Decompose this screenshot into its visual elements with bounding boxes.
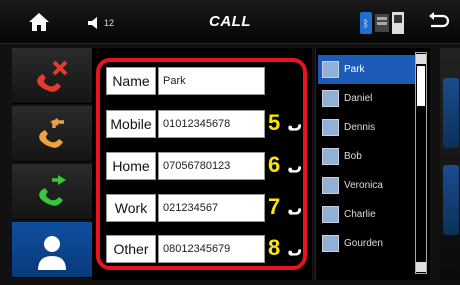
avatar-icon: [322, 61, 339, 78]
call-incoming-button[interactable]: [12, 106, 92, 162]
list-item-label: Bob: [344, 151, 362, 162]
call-outgoing-button[interactable]: [12, 164, 92, 220]
mobile-tag: 5: [268, 110, 281, 135]
other-tag: 8: [268, 235, 281, 260]
other-field[interactable]: 08012345679: [158, 235, 265, 263]
person-icon: [38, 236, 66, 270]
phone-outgoing-icon: [39, 175, 66, 206]
avatar-icon: [322, 235, 339, 252]
list-item[interactable]: Charlie: [318, 200, 416, 229]
other-label: Other: [106, 235, 156, 263]
work-call-icon[interactable]: [283, 198, 301, 216]
work-tag: 7: [268, 194, 281, 219]
list-item-label: Gourden: [344, 238, 383, 249]
back-arrow-icon[interactable]: [428, 12, 450, 32]
scroll-up-icon[interactable]: [416, 54, 426, 64]
list-item-label: Daniel: [344, 93, 373, 104]
work-field[interactable]: 021234567: [158, 194, 265, 222]
home-tag: 6: [268, 152, 281, 177]
call-function-column: [12, 48, 92, 280]
list-item[interactable]: Dennis: [318, 113, 416, 142]
contacts-button[interactable]: [12, 222, 92, 278]
status-icons: ᛒ: [360, 12, 404, 34]
page-down-button[interactable]: [443, 165, 459, 235]
scroll-down-icon[interactable]: [416, 262, 426, 272]
avatar-icon: [322, 206, 339, 223]
other-call-icon[interactable]: [283, 239, 301, 257]
top-bar: 12 CALL ᛒ: [0, 0, 460, 44]
page-up-button[interactable]: [443, 78, 459, 148]
avatar-icon: [322, 148, 339, 165]
list-item-label: Charlie: [344, 209, 376, 220]
mobile-call-icon[interactable]: [283, 114, 301, 132]
home-call-icon[interactable]: [283, 156, 301, 174]
list-item-label: Park: [344, 64, 365, 75]
list-item[interactable]: Gourden: [318, 229, 416, 258]
phone-x-icon: [37, 60, 68, 92]
list-item-label: Veronica: [344, 180, 383, 191]
svg-text:ᛒ: ᛒ: [363, 19, 369, 30]
work-label: Work: [106, 194, 156, 222]
list-item[interactable]: Park: [318, 55, 416, 84]
name-label: Name: [106, 67, 156, 95]
list-item-label: Dennis: [344, 122, 376, 133]
list-item[interactable]: Daniel: [318, 84, 416, 113]
home-field[interactable]: 07056780123: [158, 152, 265, 180]
avatar-icon: [322, 90, 339, 107]
home-label: Home: [106, 152, 156, 180]
call-reject-button[interactable]: [12, 48, 92, 104]
list-item[interactable]: Bob: [318, 142, 416, 171]
list-item[interactable]: Veronica: [318, 171, 416, 200]
name-field[interactable]: Park: [158, 67, 265, 95]
mobile-label: Mobile: [106, 110, 156, 138]
phone-incoming-icon: [39, 118, 64, 148]
avatar-icon: [322, 177, 339, 194]
scroll-thumb[interactable]: [417, 66, 425, 106]
avatar-icon: [322, 119, 339, 136]
mobile-field[interactable]: 01012345678: [158, 110, 265, 138]
